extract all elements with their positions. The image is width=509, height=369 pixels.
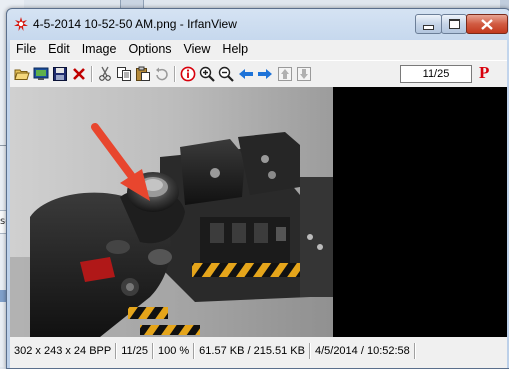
menu-file[interactable]: File — [10, 40, 41, 59]
delete-button[interactable] — [70, 65, 88, 83]
close-button[interactable] — [466, 14, 508, 34]
close-icon — [481, 18, 493, 30]
status-bar: 302 x 243 x 24 BPP 11/25 100 % 61.57 KB … — [10, 340, 507, 362]
last-image-icon — [297, 67, 311, 81]
save-button[interactable] — [51, 65, 69, 83]
page-counter-field[interactable]: 11/25 — [400, 65, 472, 83]
save-icon — [53, 67, 67, 81]
menu-bar: File Edit Image Options View Help — [10, 40, 507, 59]
status-zoom: 100 % — [157, 345, 190, 357]
delete-icon — [73, 68, 85, 80]
p-label-icon[interactable]: P — [479, 63, 489, 83]
status-dimensions: 302 x 243 x 24 BPP — [14, 345, 112, 357]
maximize-button[interactable] — [441, 14, 467, 34]
zoom-out-button[interactable] — [217, 65, 235, 83]
open-button[interactable] — [13, 65, 31, 83]
first-image-button[interactable] — [276, 65, 294, 83]
window-client: File Edit Image Options View Help 11/25 … — [10, 40, 507, 368]
menu-edit[interactable]: Edit — [43, 40, 75, 59]
copy-icon — [117, 67, 131, 81]
status-position: 11/25 — [121, 345, 148, 357]
zoom-in-icon — [199, 66, 215, 82]
menu-help[interactable]: Help — [217, 40, 253, 59]
menu-options[interactable]: Options — [123, 40, 176, 59]
status-separator — [413, 343, 416, 359]
previous-arrow-icon — [239, 69, 253, 79]
window-title: 4-5-2014 10-52-50 AM.png - IrfanView — [33, 17, 237, 31]
next-arrow-icon — [258, 69, 272, 79]
cut-icon — [99, 66, 111, 81]
title-bar[interactable]: 4-5-2014 10-52-50 AM.png - IrfanView — [7, 9, 509, 39]
toolbar-separator — [91, 66, 93, 82]
zoom-in-button[interactable] — [198, 65, 216, 83]
image-viewport[interactable] — [10, 87, 507, 337]
info-icon — [180, 66, 196, 82]
undo-button[interactable] — [153, 65, 171, 83]
copy-button[interactable] — [115, 65, 133, 83]
menu-image[interactable]: Image — [77, 40, 122, 59]
next-image-button[interactable] — [256, 65, 274, 83]
irfanview-window: 4-5-2014 10-52-50 AM.png - IrfanView Fil… — [6, 8, 509, 369]
open-folder-icon — [14, 69, 30, 80]
displayed-image — [10, 87, 333, 337]
cut-button[interactable] — [96, 65, 114, 83]
slideshow-icon — [33, 67, 49, 80]
paste-icon — [136, 66, 150, 81]
info-button[interactable] — [179, 65, 197, 83]
first-image-icon — [278, 67, 292, 81]
paste-button[interactable] — [134, 65, 152, 83]
menu-view[interactable]: View — [179, 40, 216, 59]
status-datetime: 4/5/2014 / 10:52:58 — [314, 345, 410, 357]
toolbar-separator — [174, 66, 176, 82]
zoom-out-icon — [218, 66, 234, 82]
last-image-button[interactable] — [295, 65, 313, 83]
minimize-button[interactable] — [415, 14, 442, 34]
undo-icon — [156, 67, 168, 81]
status-file-size: 61.57 KB / 215.51 KB — [199, 345, 305, 357]
slideshow-button[interactable] — [32, 65, 50, 83]
irfanview-app-icon[interactable] — [13, 16, 29, 32]
minimize-icon — [423, 24, 434, 30]
toolbar: 11/25 P — [10, 60, 507, 88]
maximize-icon — [448, 19, 460, 29]
previous-image-button[interactable] — [237, 65, 255, 83]
